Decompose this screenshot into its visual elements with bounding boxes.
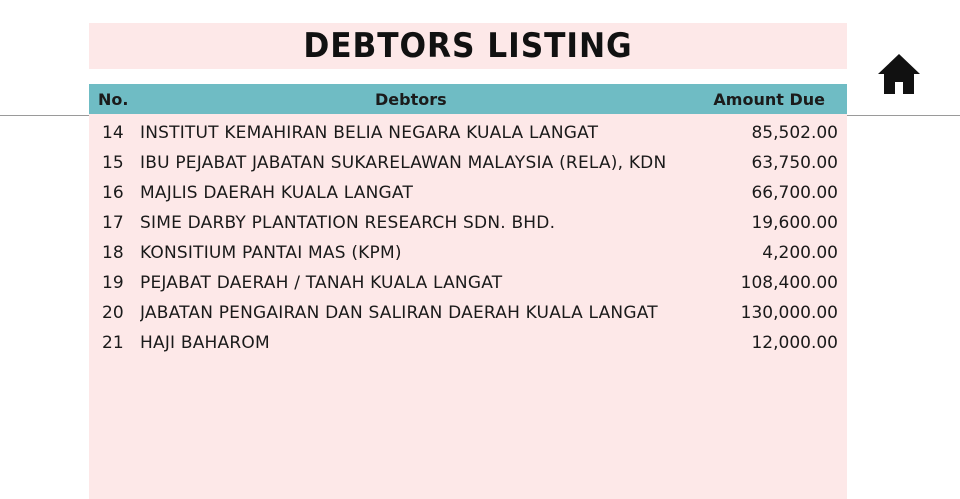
row-amount: 66,700.00 bbox=[751, 183, 838, 203]
header-no: No. bbox=[98, 90, 129, 109]
row-debtor-name: INSTITUT KEMAHIRAN BELIA NEGARA KUALA LA… bbox=[140, 123, 599, 143]
row-no: 18 bbox=[102, 243, 124, 263]
title-banner: DEBTORS LISTING bbox=[89, 23, 847, 69]
row-debtor-name: IBU PEJABAT JABATAN SUKARELAWAN MALAYSIA… bbox=[140, 153, 667, 173]
row-amount: 12,000.00 bbox=[751, 333, 838, 353]
row-amount: 108,400.00 bbox=[740, 273, 838, 293]
row-no: 16 bbox=[102, 183, 124, 203]
row-no: 17 bbox=[102, 213, 124, 233]
row-amount: 85,502.00 bbox=[751, 123, 838, 143]
table-row: 19 PEJABAT DAERAH / TANAH KUALA LANGAT 1… bbox=[89, 271, 847, 301]
row-no: 14 bbox=[102, 123, 124, 143]
table-row: 17 SIME DARBY PLANTATION RESEARCH SDN. B… bbox=[89, 211, 847, 241]
row-amount: 4,200.00 bbox=[762, 243, 838, 263]
row-debtor-name: MAJLIS DAERAH KUALA LANGAT bbox=[140, 183, 414, 203]
row-amount: 63,750.00 bbox=[751, 153, 838, 173]
table-body: 14 INSTITUT KEMAHIRAN BELIA NEGARA KUALA… bbox=[89, 121, 847, 361]
row-no: 21 bbox=[102, 333, 124, 353]
home-button[interactable] bbox=[876, 52, 922, 96]
row-amount: 130,000.00 bbox=[740, 303, 838, 323]
row-debtor-name: KONSITIUM PANTAI MAS (KPM) bbox=[140, 243, 402, 263]
table-row: 18 KONSITIUM PANTAI MAS (KPM) 4,200.00 bbox=[89, 241, 847, 271]
table-row: 15 IBU PEJABAT JABATAN SUKARELAWAN MALAY… bbox=[89, 151, 847, 181]
table-row: 16 MAJLIS DAERAH KUALA LANGAT 66,700.00 bbox=[89, 181, 847, 211]
header-amount-due: Amount Due bbox=[713, 90, 825, 109]
table-row: 14 INSTITUT KEMAHIRAN BELIA NEGARA KUALA… bbox=[89, 121, 847, 151]
row-debtor-name: JABATAN PENGAIRAN DAN SALIRAN DAERAH KUA… bbox=[140, 303, 658, 323]
debtors-table: No. Debtors Amount Due 14 INSTITUT KEMAH… bbox=[89, 84, 847, 499]
row-no: 20 bbox=[102, 303, 124, 323]
row-amount: 19,600.00 bbox=[751, 213, 838, 233]
row-debtor-name: SIME DARBY PLANTATION RESEARCH SDN. BHD. bbox=[140, 213, 556, 233]
table-row: 21 HAJI BAHAROM 12,000.00 bbox=[89, 331, 847, 361]
table-row: 20 JABATAN PENGAIRAN DAN SALIRAN DAERAH … bbox=[89, 301, 847, 331]
row-debtor-name: HAJI BAHAROM bbox=[140, 333, 270, 353]
row-no: 19 bbox=[102, 273, 124, 293]
header-debtors: Debtors bbox=[375, 90, 447, 109]
row-debtor-name: PEJABAT DAERAH / TANAH KUALA LANGAT bbox=[140, 273, 503, 293]
row-no: 15 bbox=[102, 153, 124, 173]
home-icon bbox=[878, 54, 920, 94]
table-header-row: No. Debtors Amount Due bbox=[89, 84, 847, 114]
page-title: DEBTORS LISTING bbox=[303, 26, 633, 66]
